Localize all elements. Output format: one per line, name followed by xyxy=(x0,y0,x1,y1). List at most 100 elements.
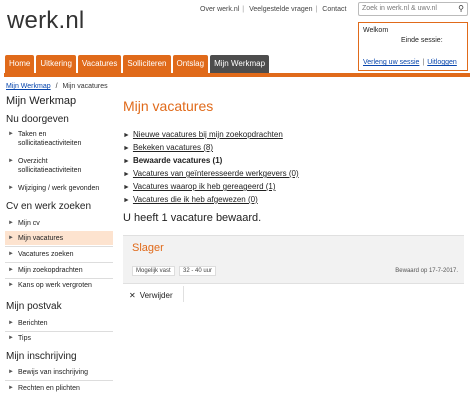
extend-session-link[interactable]: Verleng uw sessie xyxy=(363,59,419,66)
link-gereageerd[interactable]: ► Vacatures waarop ik heb gereageerd (1) xyxy=(123,182,276,191)
vacancy-saved-date: Bewaard op 17-7-2017. xyxy=(395,268,458,274)
arrow-right-icon: ► xyxy=(8,282,14,288)
sidebar-item-label: Vacatures zoeken xyxy=(18,251,74,258)
arrow-right-icon: ► xyxy=(8,385,14,391)
sidebar-item-mijn-vacatures[interactable]: ► Mijn vacatures xyxy=(5,231,113,245)
search-input[interactable]: Zoek in werk.nl & uwv.nl ⚲ xyxy=(358,2,468,16)
divider xyxy=(5,380,113,381)
arrow-right-icon: ► xyxy=(8,369,14,375)
sidebar-title: Mijn Werkmap xyxy=(6,95,77,107)
site-logo[interactable]: werk.nl xyxy=(7,7,84,35)
sidebar-item-label: Bewijs van inschrijving xyxy=(18,369,89,376)
link-nieuwe-vacatures[interactable]: ► Nieuwe vacatures bij mijn zoekopdrachte… xyxy=(123,130,283,139)
sidebar-item-label: Berichten xyxy=(18,320,48,327)
sidebar-item-kans-op-werk[interactable]: ► Kans op werk vergroten xyxy=(5,281,113,291)
sidebar-item-berichten[interactable]: ► Berichten xyxy=(5,319,113,329)
arrow-right-icon: ► xyxy=(123,197,130,204)
link-geinteresseerde-werkgevers[interactable]: ► Vacatures van geïnteresseerde werkgever… xyxy=(123,169,299,178)
sidebar-item-overzicht[interactable]: ► Overzicht sollicitatieactiviteiten xyxy=(5,157,113,175)
sidebar-item-taken[interactable]: ► Taken en sollicitatieactiviteiten xyxy=(5,130,113,148)
arrow-right-icon: ► xyxy=(8,320,14,326)
sidebar-item-label: Mijn vacatures xyxy=(18,235,64,242)
link-label[interactable]: Nieuwe vacatures bij mijn zoekopdrachten xyxy=(133,130,283,139)
separator: | xyxy=(315,6,318,13)
sidebar-item-wijziging[interactable]: ► Wijziging / werk gevonden xyxy=(5,184,113,194)
tab-uitkering[interactable]: Uitkering xyxy=(36,55,76,73)
toplink-faq[interactable]: Veelgestelde vragen xyxy=(249,6,312,13)
link-bewaarde-vacatures[interactable]: ► Bewaarde vacatures (1) xyxy=(123,156,222,165)
link-label[interactable]: Vacatures van geïnteresseerde werkgevers… xyxy=(133,169,299,178)
breadcrumb-separator: / xyxy=(55,83,58,90)
nav-underline xyxy=(4,73,470,77)
link-label[interactable]: Bekeken vacatures (8) xyxy=(133,143,213,152)
sidebar-item-rechten[interactable]: ► Rechten en plichten xyxy=(5,384,113,394)
divider xyxy=(5,262,113,263)
search-icon[interactable]: ⚲ xyxy=(458,4,464,13)
tab-vacatures[interactable]: Vacatures xyxy=(77,55,122,73)
saved-count-text: U heeft 1 vacature bewaard. xyxy=(123,212,262,224)
session-end-label: Einde sessie: xyxy=(401,37,443,44)
divider xyxy=(5,331,113,332)
session-links: Verleng uw sessie | Uitloggen xyxy=(363,59,457,66)
arrow-right-icon: ► xyxy=(123,145,130,152)
sidebar-item-label: Wijziging / werk gevonden xyxy=(18,185,100,192)
search-placeholder: Zoek in werk.nl & uwv.nl xyxy=(362,5,437,12)
arrow-right-icon: ► xyxy=(8,220,14,226)
breadcrumb-current: Mijn vacatures xyxy=(62,83,108,90)
sidebar-item-label: Mijn zoekopdrachten xyxy=(18,267,83,274)
sidebar-section-postvak: Mijn postvak xyxy=(6,301,62,312)
sidebar-item-bewijs[interactable]: ► Bewijs van inschrijving xyxy=(5,368,113,378)
divider xyxy=(5,246,113,247)
vacancy-card[interactable]: Slager Mogelijk vast 32 - 40 uur Bewaard… xyxy=(123,235,464,284)
tab-mijn-werkmap[interactable]: Mijn Werkmap xyxy=(210,55,270,73)
vacancy-tag-hours: 32 - 40 uur xyxy=(179,266,217,276)
sidebar-item-label: Tips xyxy=(18,335,31,342)
arrow-right-icon: ► xyxy=(8,251,14,257)
sidebar-item-zoekopdrachten[interactable]: ► Mijn zoekopdrachten xyxy=(5,266,113,276)
arrow-right-icon: ► xyxy=(8,158,14,164)
welcome-panel: Welkom Einde sessie: Verleng uw sessie | U… xyxy=(358,22,468,71)
arrow-right-icon: ► xyxy=(123,184,130,191)
arrow-right-icon: ► xyxy=(8,235,14,241)
logout-link[interactable]: Uitloggen xyxy=(427,59,457,66)
toplink-over[interactable]: Over werk.nl xyxy=(200,6,239,13)
sidebar-section-nu-doorgeven: Nu doorgeven xyxy=(6,114,69,125)
arrow-right-icon: ► xyxy=(123,171,130,178)
divider xyxy=(5,278,113,279)
remove-button[interactable]: ✕ Verwijder xyxy=(129,291,173,300)
sidebar-section-inschrijving: Mijn inschrijving xyxy=(6,351,77,362)
tab-solliciteren[interactable]: Solliciteren xyxy=(123,55,171,73)
arrow-right-icon: ► xyxy=(123,132,130,139)
main-nav: Home Uitkering Vacatures Solliciteren On… xyxy=(5,55,271,73)
arrow-right-icon: ► xyxy=(8,185,14,191)
arrow-right-icon: ► xyxy=(8,267,14,273)
close-icon: ✕ xyxy=(129,291,136,300)
link-label[interactable]: Vacatures die ik heb afgewezen (0) xyxy=(133,195,258,204)
arrow-right-icon: ► xyxy=(123,158,130,165)
sidebar-item-tips[interactable]: ► Tips xyxy=(5,334,113,344)
sidebar-item-vacatures-zoeken[interactable]: ► Vacatures zoeken xyxy=(5,250,113,260)
arrow-right-icon: ► xyxy=(8,335,14,341)
sidebar-item-mijn-cv[interactable]: ► Mijn cv xyxy=(5,219,113,229)
toplink-contact[interactable]: Contact xyxy=(322,6,346,13)
divider xyxy=(183,286,184,302)
sidebar-item-label: Taken en sollicitatieactiviteiten xyxy=(18,131,82,147)
link-afgewezen[interactable]: ► Vacatures die ik heb afgewezen (0) xyxy=(123,195,258,204)
remove-label: Verwijder xyxy=(139,291,173,300)
sidebar-item-label: Kans op werk vergroten xyxy=(18,282,92,289)
link-label[interactable]: Vacatures waarop ik heb gereageerd (1) xyxy=(133,182,276,191)
link-label: Bewaarde vacatures (1) xyxy=(132,156,223,165)
top-links: Over werk.nl | Veelgestelde vragen | Conta… xyxy=(200,6,346,13)
vacancy-title[interactable]: Slager xyxy=(132,242,164,254)
tab-home[interactable]: Home xyxy=(5,55,35,73)
arrow-right-icon: ► xyxy=(8,131,14,137)
sidebar-item-label: Mijn cv xyxy=(18,220,40,227)
sidebar-section-cv: Cv en werk zoeken xyxy=(6,201,92,212)
link-bekeken-vacatures[interactable]: ► Bekeken vacatures (8) xyxy=(123,143,213,152)
welcome-title: Welkom xyxy=(363,27,389,34)
separator: | xyxy=(422,59,425,66)
breadcrumb: Mijn Werkmap / Mijn vacatures xyxy=(6,83,108,90)
tab-ontslag[interactable]: Ontslag xyxy=(172,55,209,73)
breadcrumb-home[interactable]: Mijn Werkmap xyxy=(6,83,51,90)
separator: | xyxy=(242,6,245,13)
